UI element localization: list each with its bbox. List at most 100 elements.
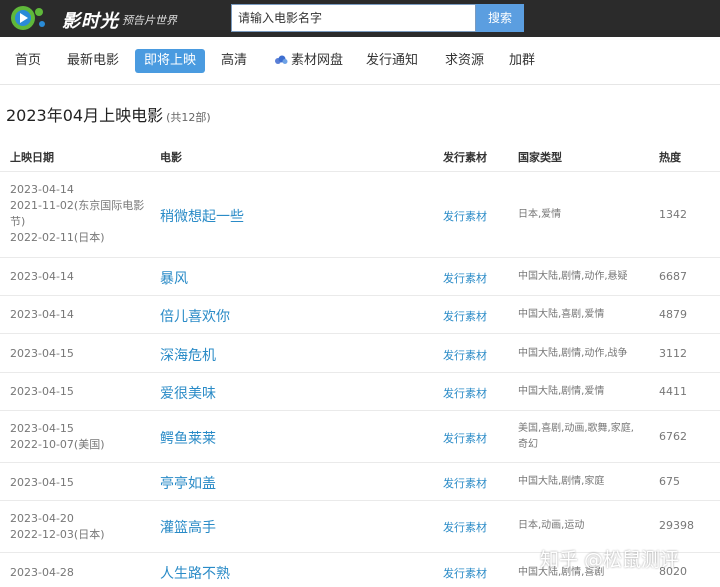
genre-line: 中国大陆,剧情,家庭: [518, 476, 605, 487]
release-dates: 2023-04-15 2022-10-07(美国): [10, 421, 105, 453]
movie-title-link[interactable]: 亭亭如盖: [160, 473, 216, 493]
top-bar: 影时光 预告片世界 请输入电影名字 搜索: [0, 0, 720, 37]
release-dates: 2023-04-28: [10, 565, 74, 581]
genre-text: 中国大陆,剧情,爱情: [518, 384, 648, 400]
main-nav: 首页 最新电影 即将上映 高清 素材网盘 发行通知 求资源 加群: [0, 37, 720, 85]
column-header-genre: 国家类型: [518, 151, 562, 164]
movie-title-link[interactable]: 倍儿喜欢你: [160, 306, 230, 326]
release-date: 2022-02-11(日本): [10, 231, 105, 244]
release-date: 2023-04-15: [10, 422, 74, 435]
table-row: 2023-04-14 2021-11-02(东京国际电影 节) 2022-02-…: [0, 172, 720, 258]
genre-line: 中国大陆,剧情,动作,悬疑: [518, 271, 628, 282]
heat-value: 4879: [659, 308, 687, 321]
nav-item-latest[interactable]: 最新电影: [58, 49, 128, 73]
genre-line: 中国大陆,剧情,爱情: [518, 386, 605, 397]
genre-line: 日本,爱情: [518, 209, 562, 220]
heat-value: 4411: [659, 385, 687, 398]
nav-item-cloud-label: 素材网盘: [291, 53, 344, 68]
section-count: (共12部): [166, 111, 211, 124]
material-link[interactable]: 发行素材: [443, 347, 487, 363]
heat-value: 675: [659, 475, 680, 488]
heat-value: 3112: [659, 347, 687, 360]
genre-text: 日本,爱情: [518, 207, 648, 223]
genre-line: 美国,喜剧,动画,歌舞,家庭,: [518, 423, 634, 434]
nav-item-release[interactable]: 发行通知: [357, 49, 427, 73]
heat-value: 6687: [659, 270, 687, 283]
movie-title-link[interactable]: 鳄鱼莱莱: [160, 428, 216, 448]
cloud-icon: [275, 55, 288, 64]
watermark: 知乎 @松鼠测评: [540, 549, 680, 571]
heat-value: 1342: [659, 208, 687, 221]
search-button[interactable]: 搜索: [476, 4, 524, 32]
release-dates: 2023-04-14: [10, 269, 74, 285]
material-link[interactable]: 发行素材: [443, 308, 487, 324]
material-link[interactable]: 发行素材: [443, 430, 487, 446]
search-input[interactable]: 请输入电影名字: [231, 4, 476, 32]
nav-item-home[interactable]: 首页: [6, 49, 50, 73]
heat-value: 6762: [659, 430, 687, 443]
page-title: 2023年04月上映电影 (共12部): [6, 102, 211, 126]
material-link[interactable]: 发行素材: [443, 208, 487, 224]
release-date: 2023-04-15: [10, 385, 74, 398]
genre-line: 中国大陆,剧情,动作,战争: [518, 348, 628, 359]
movie-title-link[interactable]: 暴风: [160, 268, 188, 288]
movie-title-link[interactable]: 人生路不熟: [160, 563, 230, 583]
genre-text: 中国大陆,剧情,家庭: [518, 474, 648, 490]
nav-item-cloud[interactable]: 素材网盘: [265, 49, 352, 73]
genre-line: 日本,动画,运动: [518, 520, 585, 531]
release-dates: 2023-04-15: [10, 346, 74, 362]
table-header: 上映日期 电影 发行素材 国家类型 热度: [0, 140, 720, 172]
genre-line: 奇幻: [518, 439, 538, 450]
genre-line: 中国大陆,喜剧,爱情: [518, 309, 605, 320]
material-link[interactable]: 发行素材: [443, 385, 487, 401]
column-header-heat: 热度: [659, 151, 681, 164]
genre-text: 中国大陆,剧情,动作,悬疑: [518, 269, 648, 285]
genre-text: 中国大陆,喜剧,爱情: [518, 307, 648, 323]
release-date: 2023-04-14: [10, 308, 74, 321]
nav-item-upcoming[interactable]: 即将上映: [135, 49, 206, 73]
release-date: 2023-04-14: [10, 270, 74, 283]
release-date: 2021-11-02(东京国际电影: [10, 199, 145, 212]
table-row: 2023-04-15 2022-10-07(美国) 鳄鱼莱莱 发行素材 美国,喜…: [0, 411, 720, 463]
release-date: 2022-10-07(美国): [10, 438, 105, 451]
release-date: 2023-04-20: [10, 512, 74, 525]
nav-item-hd[interactable]: 高清: [212, 49, 256, 73]
genre-text: 中国大陆,剧情,动作,战争: [518, 346, 648, 362]
logo-title[interactable]: 影时光: [62, 7, 119, 33]
release-dates: 2023-04-15: [10, 384, 74, 400]
release-date: 节): [10, 215, 26, 228]
nav-item-request[interactable]: 求资源: [436, 49, 493, 73]
movie-title-link[interactable]: 稍微想起一些: [160, 206, 244, 226]
release-dates: 2023-04-20 2022-12-03(日本): [10, 511, 105, 543]
table-row: 2023-04-14 暴风 发行素材 中国大陆,剧情,动作,悬疑 6687: [0, 258, 720, 296]
section-title: 2023年04月上映电影: [6, 106, 164, 125]
material-link[interactable]: 发行素材: [443, 475, 487, 491]
genre-text: 日本,动画,运动: [518, 518, 648, 534]
table-row: 2023-04-15 亭亭如盖 发行素材 中国大陆,剧情,家庭 675: [0, 463, 720, 501]
table-row: 2023-04-14 倍儿喜欢你 发行素材 中国大陆,喜剧,爱情 4879: [0, 296, 720, 334]
table-row: 2023-04-15 爱很美味 发行素材 中国大陆,剧情,爱情 4411: [0, 373, 720, 411]
genre-text: 美国,喜剧,动画,歌舞,家庭, 奇幻: [518, 421, 648, 453]
movie-title-link[interactable]: 深海危机: [160, 345, 216, 365]
logo-subtitle: 预告片世界: [122, 14, 177, 27]
column-header-material: 发行素材: [443, 151, 487, 164]
release-date: 2022-12-03(日本): [10, 528, 105, 541]
release-date: 2023-04-28: [10, 566, 74, 579]
material-link[interactable]: 发行素材: [443, 519, 487, 535]
material-link[interactable]: 发行素材: [443, 565, 487, 581]
column-header-date: 上映日期: [10, 151, 54, 164]
logo-play-icon[interactable]: [9, 4, 49, 32]
column-header-movie: 电影: [160, 151, 182, 164]
release-date: 2023-04-15: [10, 476, 74, 489]
release-dates: 2023-04-14: [10, 307, 74, 323]
movie-title-link[interactable]: 灌篮高手: [160, 517, 216, 537]
release-dates: 2023-04-15: [10, 475, 74, 491]
release-date: 2023-04-15: [10, 347, 74, 360]
movie-title-link[interactable]: 爱很美味: [160, 383, 216, 403]
release-date: 2023-04-14: [10, 183, 74, 196]
material-link[interactable]: 发行素材: [443, 270, 487, 286]
table-row: 2023-04-15 深海危机 发行素材 中国大陆,剧情,动作,战争 3112: [0, 334, 720, 373]
heat-value: 29398: [659, 519, 694, 532]
nav-item-join-group[interactable]: 加群: [500, 49, 544, 73]
release-dates: 2023-04-14 2021-11-02(东京国际电影 节) 2022-02-…: [10, 182, 144, 246]
